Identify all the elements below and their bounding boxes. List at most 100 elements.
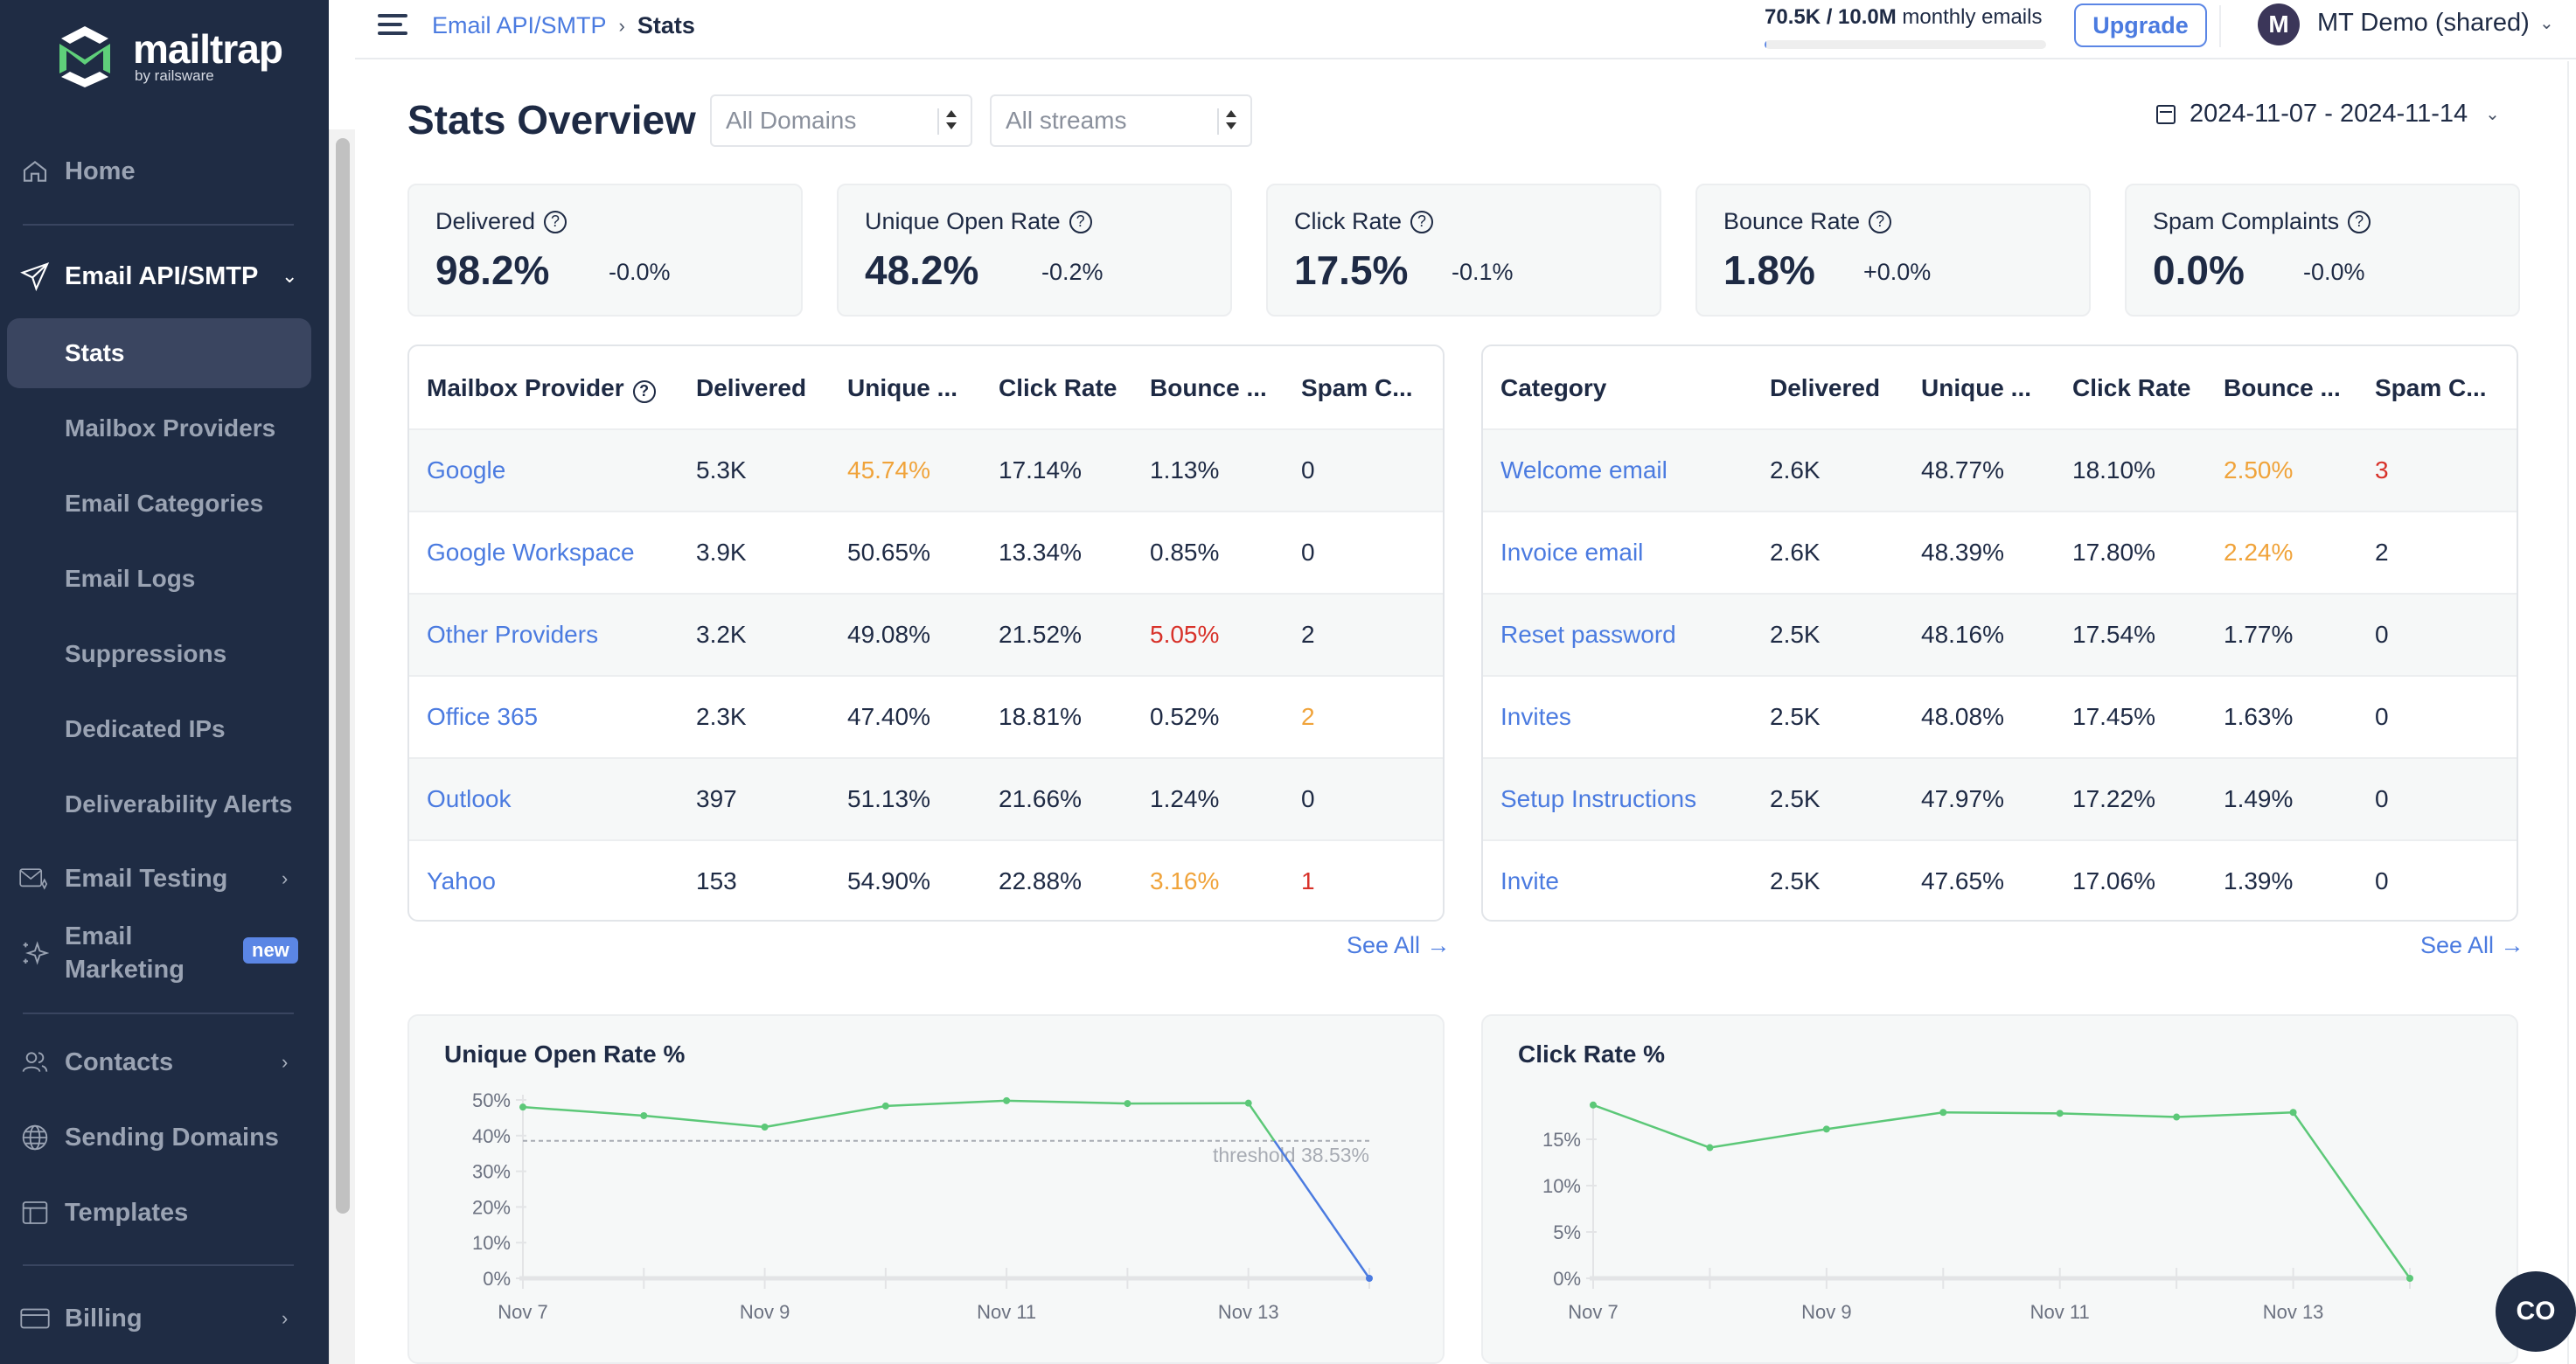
sidebar-item-email-categories[interactable]: Email Categories [7,469,311,539]
table-cell: 48.16% [1921,621,2004,648]
column-header[interactable]: Bounce ... [1150,374,1267,402]
table-cell: 17.80% [2072,539,2155,566]
row-name-link[interactable]: Yahoo [427,867,496,895]
x-tick-label: Nov 13 [1218,1301,1279,1323]
table-row: Reset password 2.5K 48.16% 17.54% 1.77% 0 [1483,593,2517,675]
chevron-right-icon: › [282,1307,289,1329]
see-all-categories-link[interactable]: See All → [2420,932,2524,959]
scrollbar-thumb[interactable] [336,138,350,1214]
column-header[interactable]: Spam C... [1301,374,1413,402]
x-tick-label: Nov 11 [977,1301,1036,1323]
metric-card-spam-complaints: Spam Complaints? 0.0% -0.0% [2125,184,2520,317]
menu-toggle-icon[interactable] [378,14,407,40]
domain-select[interactable]: All Domains [710,94,972,147]
sidebar-item-contacts[interactable]: Contacts › [0,1045,329,1080]
row-name-link[interactable]: Invoice email [1500,539,1643,567]
sidebar-item-stats[interactable]: Stats [7,318,311,388]
help-icon[interactable]: ? [2348,210,2371,233]
sidebar-item-dedicated-ips[interactable]: Dedicated IPs [7,694,311,764]
data-point [2173,1113,2181,1121]
table-cell: 2.24% [2224,539,2294,566]
sidebar-item-label: Home [65,157,136,185]
date-range-value: 2024-11-07 - 2024-11-14 [2190,100,2468,128]
table-cell: 2.6K [1770,539,1821,566]
breadcrumb-parent-link[interactable]: Email API/SMTP [432,12,607,39]
row-name-link[interactable]: Invite [1500,867,1559,895]
app-root: mailtrap by railsware Home Email API/SMT… [0,0,2576,1364]
series-segment [1709,1128,1828,1149]
date-range-picker[interactable]: 2024-11-07 - 2024-11-14 ⌄ [2156,100,2500,129]
help-icon[interactable]: ? [1869,210,1892,233]
sidebar-item-label: Email API/SMTP [65,261,259,290]
y-tick-label: 40% [472,1125,511,1147]
mailbox-providers-table: Mailbox Provider? Delivered Unique ... C… [407,344,1445,922]
table-cell: 18.81% [999,703,1082,730]
help-icon[interactable]: ? [1069,210,1092,233]
row-name-link[interactable]: Outlook [427,785,512,813]
sidebar-item-templates[interactable]: Templates [0,1195,329,1230]
see-all-providers-link[interactable]: See All → [1347,932,1451,959]
row-name-link[interactable]: Setup Instructions [1500,785,1696,813]
avatar[interactable]: M [2258,3,2300,45]
row-name-link[interactable]: Office 365 [427,703,538,731]
stream-select[interactable]: All streams [990,94,1252,147]
metric-title: Spam Complaints [2153,208,2340,234]
table-cell: 2.50% [2224,456,2294,484]
metric-title: Unique Open Rate [865,208,1061,234]
table-cell: 48.08% [1921,703,2004,730]
column-header[interactable]: Unique ... [847,374,957,402]
main-scrollbar[interactable] [2567,61,2576,1364]
column-header[interactable]: Click Rate [999,374,1117,402]
sidebar-item-email-api-smtp[interactable]: Email API/SMTP ⌄ [0,259,329,294]
sidebar-divider [23,224,294,226]
row-name-link[interactable]: Welcome email [1500,456,1667,484]
help-icon[interactable]: ? [1410,210,1434,233]
row-name-link[interactable]: Invites [1500,703,1571,731]
account-switcher[interactable]: MT Demo (shared) [2317,9,2530,38]
table-cell: 1.77% [2224,621,2294,648]
column-header[interactable]: Spam C... [2375,374,2487,402]
sidebar-item-email-logs[interactable]: Email Logs [7,544,311,614]
metric-card-bounce-rate: Bounce Rate? 1.8% +0.0% [1695,184,2091,317]
row-name-link[interactable]: Google Workspace [427,539,635,567]
help-icon[interactable]: ? [544,210,567,233]
sidebar-item-email-marketing[interactable]: Email Marketing new [0,920,329,986]
sidebar-item-home[interactable]: Home [0,154,329,189]
sidebar-item-label: Dedicated IPs [65,715,226,742]
table-cell: 17.06% [2072,867,2155,894]
metric-delta: +0.0% [1863,259,1932,285]
table-cell: 47.97% [1921,785,2004,812]
sidebar-item-suppressions[interactable]: Suppressions [7,619,311,689]
sidebar-item-deliverability-alerts[interactable]: Deliverability Alerts [7,769,311,839]
table-row: Office 365 2.3K 47.40% 18.81% 0.52% 2 [409,675,1443,757]
column-header[interactable]: Mailbox Provider? [427,374,656,403]
metric-delta: -0.0% [2303,259,2365,285]
mailtrap-logo[interactable]: mailtrap by railsware [54,24,283,89]
row-name-link[interactable]: Reset password [1500,621,1676,649]
y-tick-label: 10% [1542,1175,1581,1197]
chevron-down-icon[interactable]: ⌄ [2539,12,2554,34]
row-name-link[interactable]: Other Providers [427,621,598,649]
column-header[interactable]: Unique ... [1921,374,2031,402]
sidebar-scrollbar[interactable] [329,129,355,1364]
column-header[interactable]: Click Rate [2072,374,2190,402]
home-icon [19,156,51,187]
metric-value: 17.5% [1294,247,1409,293]
sidebar-item-label: Email Marketing [65,920,184,986]
chat-widget-button[interactable]: CO [2496,1271,2576,1352]
upgrade-button[interactable]: Upgrade [2074,3,2207,47]
sidebar-item-billing[interactable]: Billing › [0,1301,329,1336]
column-header[interactable]: Category [1500,374,1606,402]
column-header[interactable]: Delivered [696,374,806,402]
column-header[interactable]: Delivered [1770,374,1880,402]
data-point [1706,1144,1714,1152]
row-name-link[interactable]: Google [427,456,505,484]
table-cell: 51.13% [847,785,930,812]
help-icon[interactable]: ? [632,379,656,403]
sidebar-divider [23,1264,294,1266]
table-cell: 18.10% [2072,456,2155,484]
sidebar-item-mailbox-providers[interactable]: Mailbox Providers [7,393,311,463]
sidebar-item-sending-domains[interactable]: Sending Domains [0,1120,329,1155]
column-header[interactable]: Bounce ... [2224,374,2341,402]
sidebar-item-email-testing[interactable]: Email Testing › [0,861,329,896]
